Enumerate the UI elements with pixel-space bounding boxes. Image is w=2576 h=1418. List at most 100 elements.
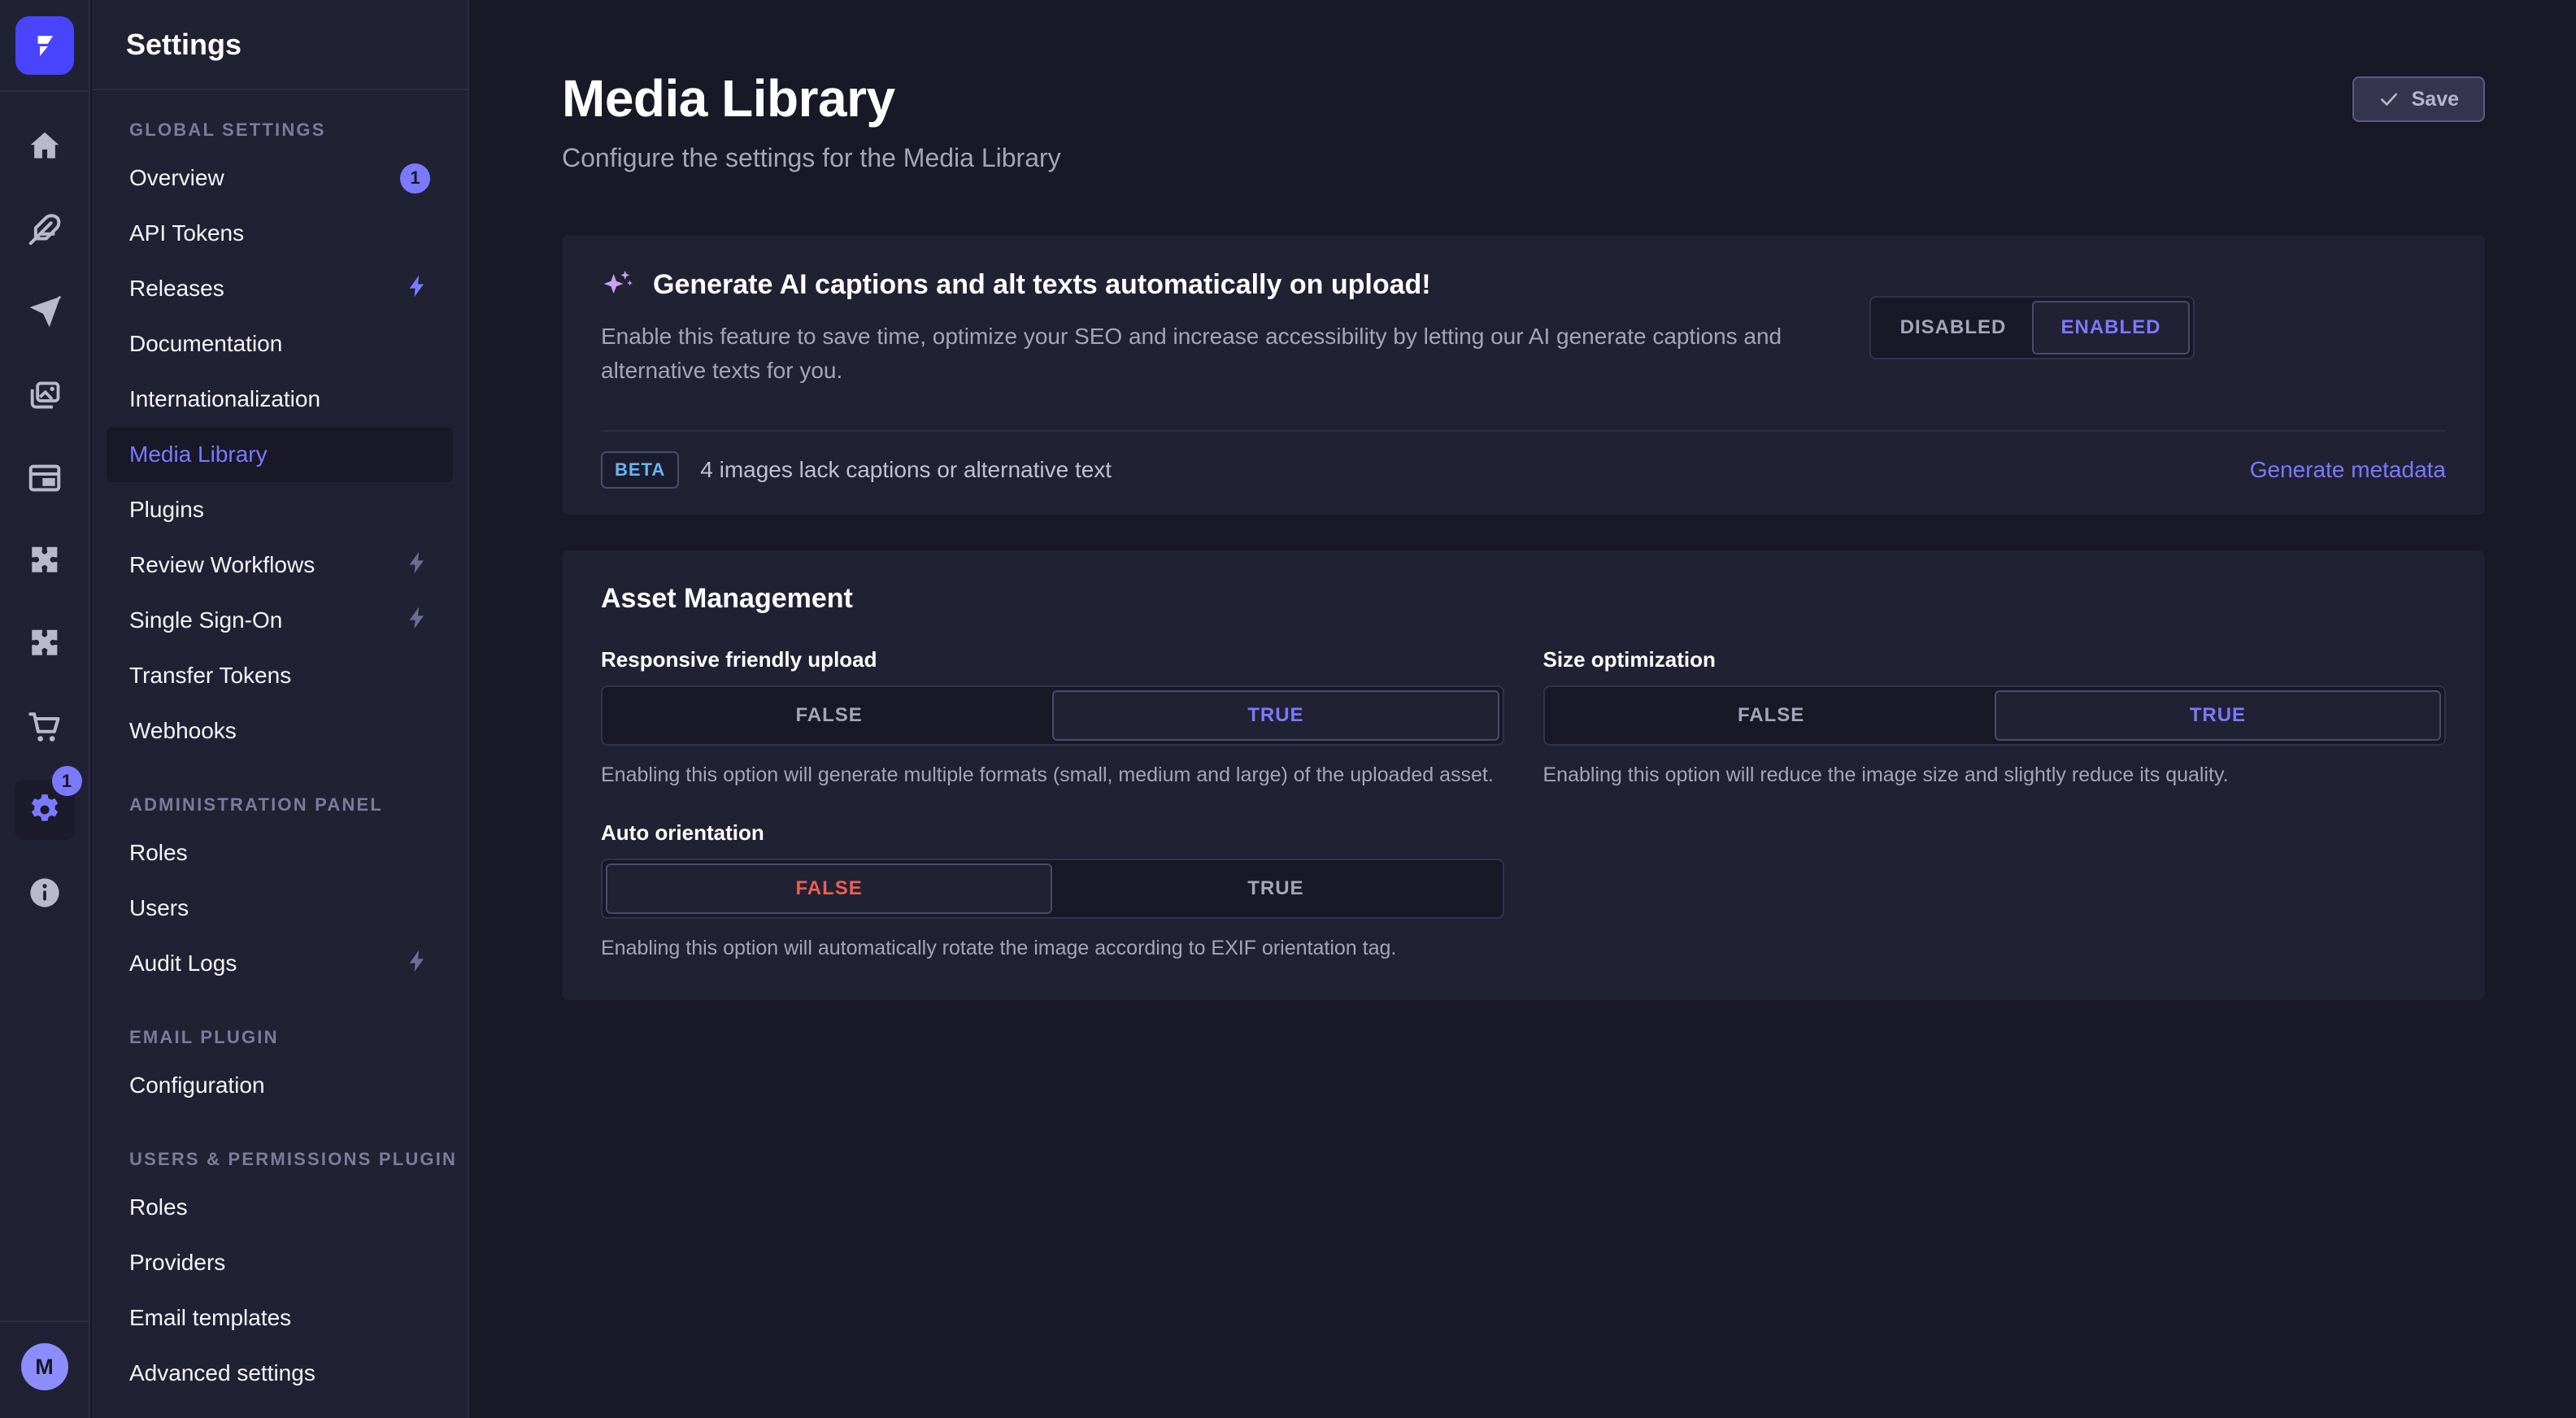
- sidebar-item-audit-logs[interactable]: Audit Logs: [107, 936, 453, 991]
- true-option[interactable]: TRUE: [1995, 690, 2441, 741]
- false-option[interactable]: FALSE: [606, 863, 1052, 914]
- sidebar-item-documentation[interactable]: Documentation: [107, 316, 453, 372]
- rail-puzzle-icon[interactable]: [15, 614, 75, 674]
- banner-description: Enable this feature to save time, optimi…: [601, 320, 1821, 388]
- lightning-icon: [404, 550, 430, 581]
- field-size-optimization: Size optimization FALSETRUE Enabling this …: [1543, 647, 2447, 789]
- main-nav-rail: 1 M: [0, 0, 90, 1418]
- page-title: Media Library: [562, 68, 1061, 128]
- false-option[interactable]: FALSE: [1548, 690, 1995, 741]
- asset-management-title: Asset Management: [601, 583, 2446, 615]
- true-option[interactable]: TRUE: [1052, 863, 1499, 914]
- field-responsive-friendly-upload: Responsive friendly upload FALSETRUE Enabl…: [601, 647, 1504, 789]
- sidebar-item-label: Webhooks: [129, 718, 237, 744]
- boolean-toggle: FALSETRUE: [601, 685, 1504, 746]
- sidebar-item-label: Roles: [129, 840, 188, 866]
- sidebar-item-plugins[interactable]: Plugins: [107, 482, 453, 537]
- subnav-section-label: ADMINISTRATION PANEL: [92, 794, 468, 816]
- settings-notification-badge: 1: [52, 766, 82, 796]
- sidebar-item-label: Plugins: [129, 497, 204, 523]
- sidebar-item-providers[interactable]: Providers: [107, 1235, 453, 1290]
- user-avatar[interactable]: M: [21, 1343, 68, 1390]
- logo-area: [0, 0, 89, 92]
- field-auto-orientation: Auto orientationFALSETRUEEnabling this o…: [601, 820, 1504, 963]
- field-hint: Enabling this option will reduce the ima…: [1543, 760, 2447, 789]
- sidebar-item-label: Media Library: [129, 441, 268, 468]
- sidebar-item-media-library[interactable]: Media Library: [107, 427, 453, 482]
- save-button[interactable]: Save: [2352, 76, 2485, 122]
- generate-metadata-link[interactable]: Generate metadata: [2250, 457, 2446, 483]
- save-button-label: Save: [2412, 88, 2459, 111]
- sidebar-item-label: Email templates: [129, 1305, 291, 1331]
- subnav-section-label: EMAIL PLUGIN: [92, 1027, 468, 1048]
- sidebar-item-label: Internationalization: [129, 386, 320, 412]
- sidebar-item-label: Releases: [129, 276, 224, 302]
- page-header: Media Library Configure the settings for…: [562, 0, 2485, 173]
- sidebar-item-overview[interactable]: Overview1: [107, 150, 453, 206]
- field-label: Auto orientation: [601, 820, 1504, 846]
- asset-management-card: Asset Management Responsive friendly upl…: [562, 550, 2485, 1000]
- lightning-icon: [404, 605, 430, 637]
- rail-feather-icon[interactable]: [15, 199, 75, 259]
- rail-info-icon[interactable]: [15, 863, 75, 923]
- asset-fields-grid: Responsive friendly uploadFALSETRUEEnabl…: [601, 647, 2446, 963]
- check-icon: [2378, 89, 2400, 110]
- rail-home-icon[interactable]: [15, 116, 75, 176]
- page-header-text: Media Library Configure the settings for…: [562, 68, 1061, 173]
- sidebar-item-internationalization[interactable]: Internationalization: [107, 372, 453, 427]
- rail-images-icon[interactable]: [15, 365, 75, 425]
- sidebar-item-label: Providers: [129, 1250, 225, 1276]
- sidebar-item-users[interactable]: Users: [107, 881, 453, 936]
- rail-send-icon[interactable]: [15, 282, 75, 342]
- sidebar-item-transfer-tokens[interactable]: Transfer Tokens: [107, 648, 453, 703]
- strapi-cloud-logo-icon[interactable]: [15, 16, 74, 75]
- sidebar-item-email-templates[interactable]: Email templates: [107, 1290, 453, 1346]
- sidebar-item-label: Documentation: [129, 331, 282, 357]
- boolean-toggle: FALSETRUE: [1543, 685, 2447, 746]
- sidebar-item-api-tokens[interactable]: API Tokens: [107, 206, 453, 261]
- missing-captions-status: 4 images lack captions or alternative te…: [700, 457, 1112, 483]
- lightning-icon: [404, 273, 430, 305]
- sidebar-item-label: API Tokens: [129, 220, 244, 246]
- sidebar-item-configuration[interactable]: Configuration: [107, 1058, 453, 1113]
- sparkles-icon: [601, 268, 635, 302]
- rail-cart-icon[interactable]: [15, 697, 75, 757]
- field-hint: Enabling this option will generate multi…: [601, 760, 1504, 789]
- banner-text: Generate AI captions and alt texts autom…: [601, 268, 1821, 388]
- rail-divider: [0, 1320, 89, 1322]
- sidebar-item-advanced-settings[interactable]: Advanced settings: [107, 1346, 453, 1401]
- sidebar-item-webhooks[interactable]: Webhooks: [107, 703, 453, 759]
- rail-layout-icon[interactable]: [15, 448, 75, 508]
- sidebar-item-label: Roles: [129, 1194, 188, 1220]
- sidebar-item-roles[interactable]: Roles: [107, 1180, 453, 1235]
- lightning-icon: [404, 948, 430, 980]
- subnav-title: Settings: [126, 28, 242, 62]
- field-label: Size optimization: [1543, 647, 2447, 672]
- subnav-section: EMAIL PLUGIN Configuration: [92, 1027, 468, 1113]
- sidebar-item-roles[interactable]: Roles: [107, 825, 453, 881]
- sidebar-item-label: Transfer Tokens: [129, 663, 291, 689]
- rail-settings-gear-icon[interactable]: 1: [15, 780, 75, 840]
- beta-badge: BETA: [601, 451, 679, 489]
- sidebar-item-single-sign-on[interactable]: Single Sign-On: [107, 593, 453, 648]
- sidebar-item-label: Users: [129, 895, 189, 921]
- overview-notification-badge: 1: [400, 163, 430, 194]
- sidebar-item-label: Audit Logs: [129, 950, 237, 977]
- sidebar-item-label: Review Workflows: [129, 552, 315, 578]
- sidebar-item-label: Advanced settings: [129, 1360, 315, 1386]
- boolean-toggle: FALSETRUE: [601, 859, 1504, 919]
- true-option[interactable]: TRUE: [1052, 690, 1499, 741]
- banner-heading-row: Generate AI captions and alt texts autom…: [601, 268, 1821, 302]
- sidebar-item-review-workflows[interactable]: Review Workflows: [107, 537, 453, 593]
- rail-puzzle-icon[interactable]: [15, 531, 75, 591]
- false-option[interactable]: FALSE: [606, 690, 1052, 741]
- sidebar-item-releases[interactable]: Releases: [107, 261, 453, 316]
- subnav-list: GLOBAL SETTINGSOverview1API TokensReleas…: [92, 90, 468, 1401]
- sidebar-item-label: Configuration: [129, 1072, 265, 1098]
- ai-toggle-disabled-option[interactable]: DISABLED: [1874, 301, 2032, 354]
- subnav-section: USERS & PERMISSIONS PLUGIN Roles Providers…: [92, 1149, 468, 1401]
- field-label: Responsive friendly upload: [601, 647, 1504, 672]
- page-subtitle: Configure the settings for the Media Lib…: [562, 143, 1061, 173]
- ai-toggle-enabled-option[interactable]: ENABLED: [2032, 301, 2190, 354]
- subnav-section-label: USERS & PERMISSIONS PLUGIN: [92, 1149, 468, 1170]
